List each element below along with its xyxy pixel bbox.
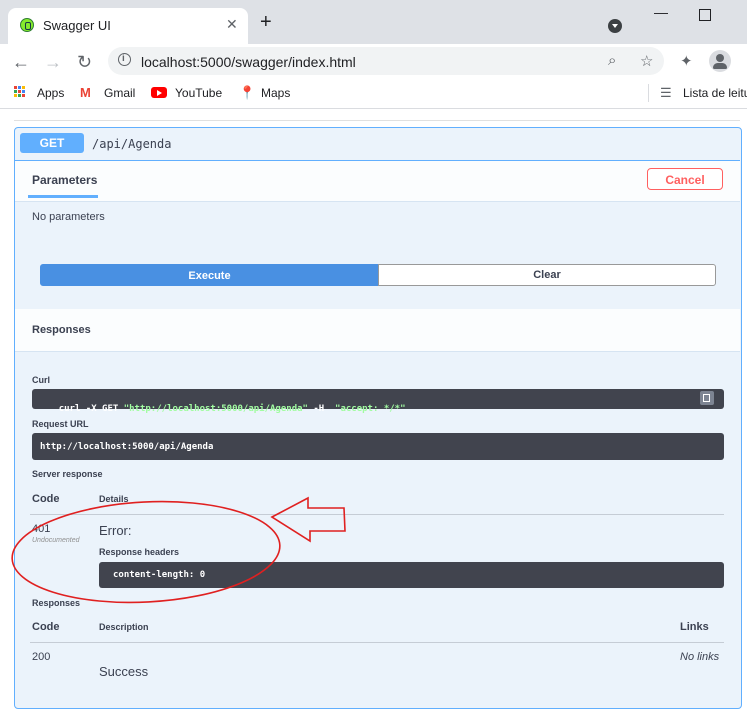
curl-command-box[interactable]: curl -X GET "http://localhost:5000/api/A… (32, 389, 724, 414)
tab-active-indicator (28, 195, 98, 198)
tab-parameters[interactable]: Parameters (32, 173, 97, 187)
response-headers-label: Response headers (99, 547, 180, 557)
server-response-label: Server response (32, 469, 103, 479)
url-text[interactable]: localhost:5000/swagger/index.html (141, 54, 356, 70)
swagger-favicon-icon (20, 18, 34, 32)
status-code: 401 (32, 523, 51, 535)
site-info-icon[interactable] (118, 53, 131, 66)
responses-links-header: Links (680, 621, 709, 633)
responses-section-header (15, 309, 740, 352)
page-top-divider (14, 120, 740, 121)
close-tab-icon[interactable]: ✕ (226, 16, 238, 33)
responses-title: Responses (32, 324, 91, 336)
apps-grid-icon[interactable] (14, 86, 26, 98)
maps-icon: 📍 (239, 85, 256, 100)
copy-icon[interactable] (700, 391, 714, 405)
response-row-description: Success (99, 664, 149, 679)
no-parameters-text: No parameters (32, 211, 105, 223)
curl-label: Curl (32, 375, 50, 385)
responses-description-header: Description (99, 622, 149, 632)
bookmark-star-icon[interactable]: ☆ (640, 52, 653, 70)
new-tab-icon[interactable]: + (260, 12, 272, 32)
undocumented-note: Undocumented (32, 537, 80, 544)
responses-code-header: Code (32, 621, 60, 633)
bookmark-youtube[interactable]: YouTube (175, 86, 222, 100)
request-url-box[interactable]: http://localhost:5000/api/Agenda (32, 433, 724, 460)
zoom-icon[interactable]: ⌕ (608, 52, 616, 69)
parameters-section-header (15, 160, 740, 202)
responses-table-divider (30, 642, 724, 643)
youtube-icon (151, 87, 167, 98)
clear-button[interactable]: Clear (378, 264, 716, 286)
documented-responses-title: Responses (32, 598, 81, 608)
browser-tab[interactable]: Swagger UI ✕ (8, 8, 248, 44)
bookmark-maps[interactable]: Maps (261, 86, 290, 100)
extensions-icon[interactable]: ✦ (680, 52, 693, 70)
server-table-divider (30, 514, 724, 515)
method-badge[interactable]: GET (20, 133, 84, 153)
reading-list[interactable]: Lista de leitu (683, 86, 747, 100)
cancel-button[interactable]: Cancel (647, 168, 723, 190)
curl-flag: -H (307, 404, 336, 414)
maximize-icon[interactable] (699, 9, 711, 21)
server-details-header: Details (99, 494, 129, 504)
server-code-header: Code (32, 493, 60, 505)
response-headers-value: content-length: 0 (113, 570, 206, 580)
tab-search-icon[interactable] (608, 19, 622, 33)
reading-list-icon: ☰ (660, 85, 672, 100)
response-row-links: No links (680, 651, 720, 663)
bookmark-apps[interactable]: Apps (37, 86, 64, 100)
request-url-label: Request URL (32, 419, 89, 429)
back-arrow-icon[interactable]: ← (12, 52, 30, 73)
gmail-icon: M (80, 85, 91, 100)
curl-url: "http://localhost:5000/api/Agenda" (123, 404, 308, 414)
curl-header: "accept: */*" (335, 404, 406, 414)
request-url-text: http://localhost:5000/api/Agenda (40, 442, 214, 452)
operation-path[interactable]: /api/Agenda (92, 137, 171, 151)
forward-arrow-icon[interactable]: → (44, 52, 62, 73)
bookmarks-divider (648, 84, 649, 102)
profile-avatar[interactable] (709, 50, 731, 72)
error-text: Error: (99, 523, 132, 538)
response-headers-box[interactable]: content-length: 0 (99, 562, 724, 588)
curl-prefix: curl -X GET (58, 404, 124, 414)
execute-button[interactable]: Execute (40, 264, 379, 286)
tab-title: Swagger UI (43, 18, 111, 33)
response-row-code: 200 (32, 651, 51, 663)
minimize-icon[interactable]: — (654, 4, 668, 20)
reload-icon[interactable]: ↻ (77, 52, 92, 73)
bookmark-gmail[interactable]: Gmail (104, 86, 135, 100)
